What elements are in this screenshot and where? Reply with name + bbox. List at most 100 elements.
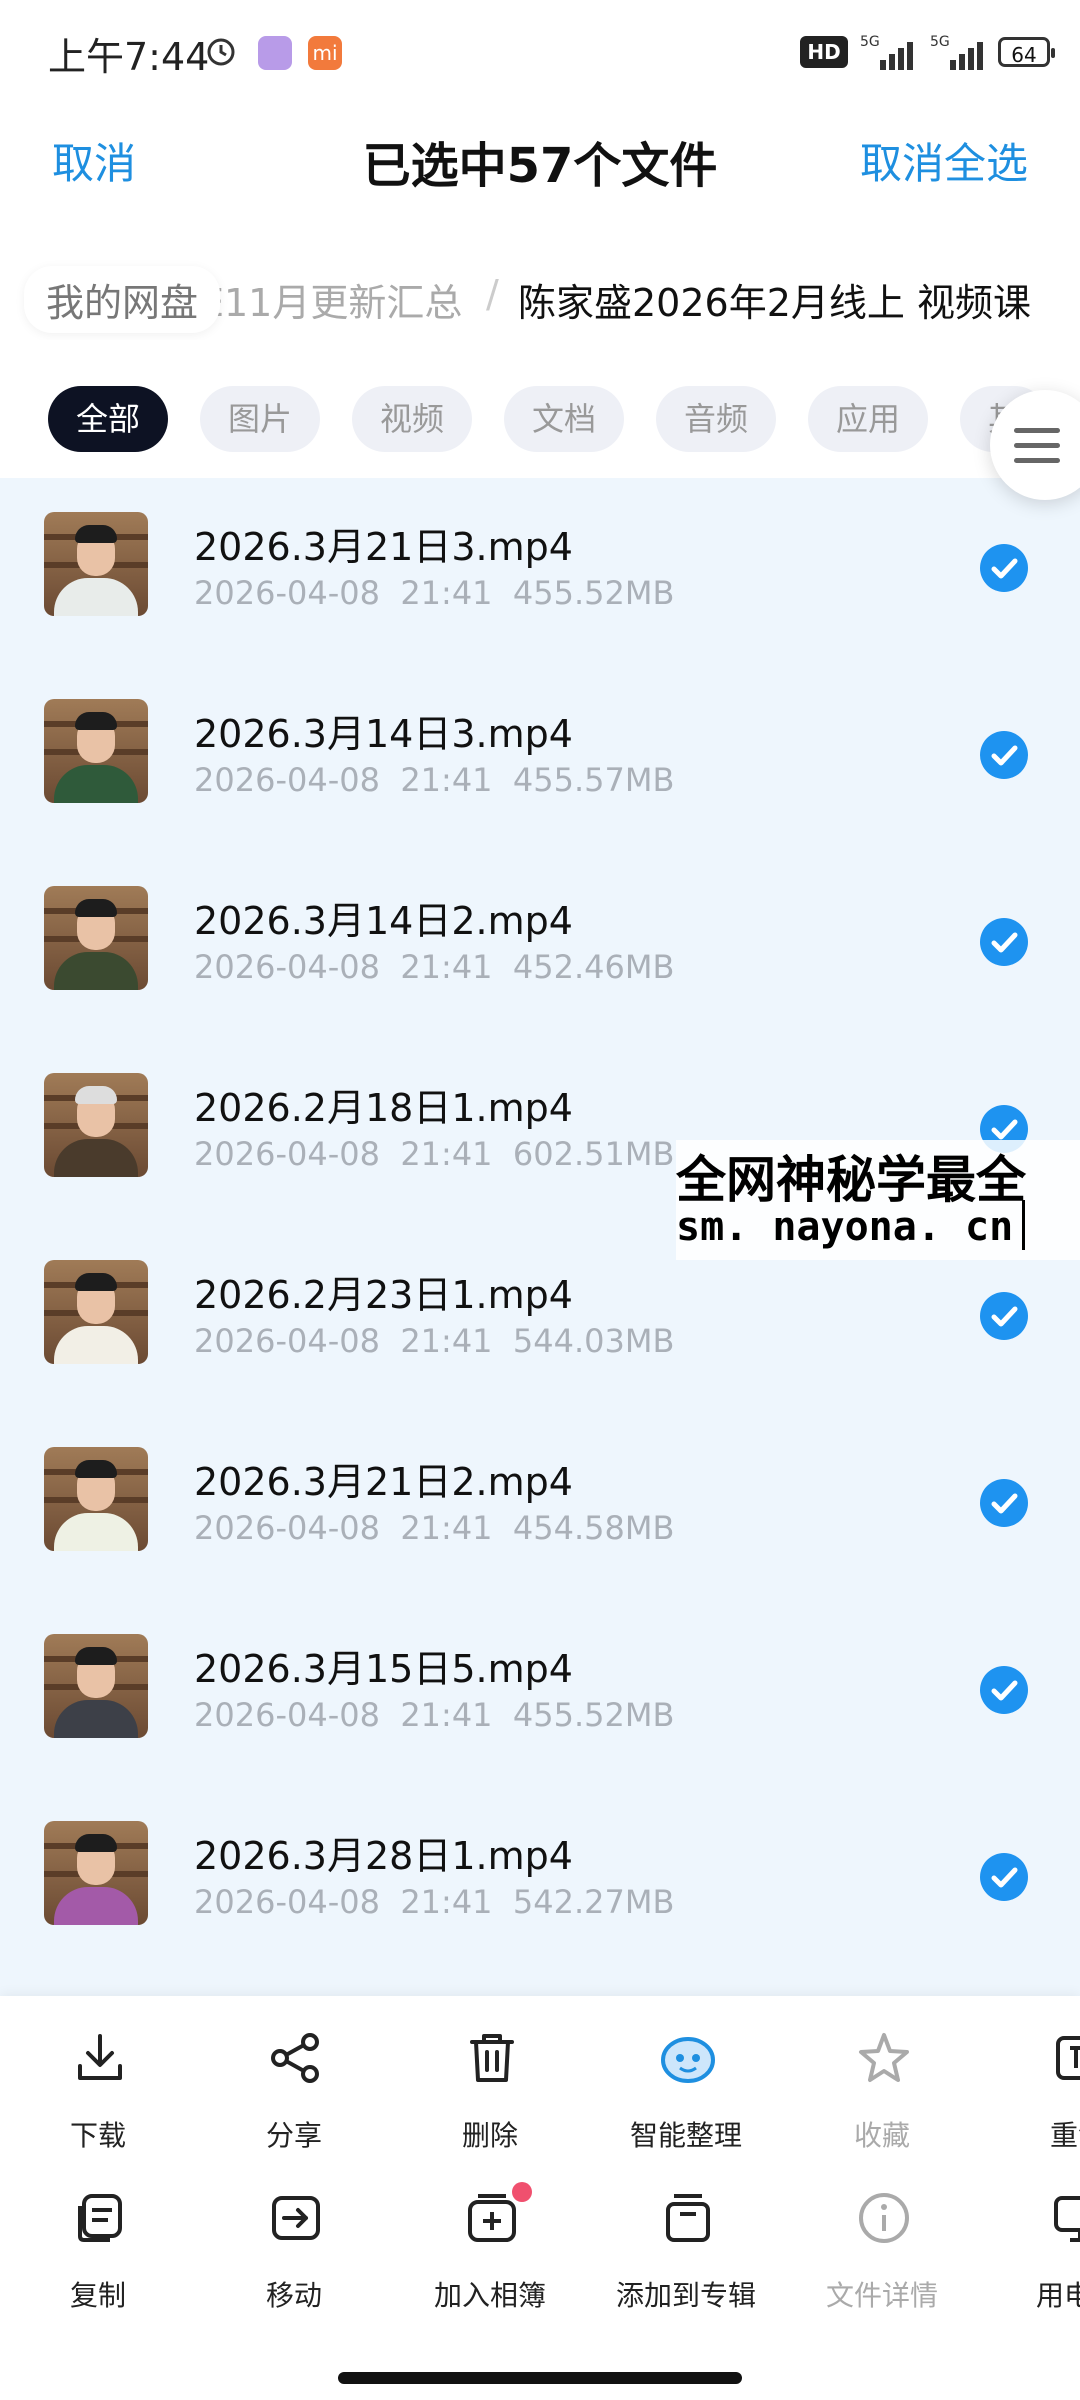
selected-check-icon[interactable]	[980, 1479, 1028, 1527]
copy-button[interactable]: 复制	[0, 2190, 196, 2330]
file-meta: 2026-04-08 21:41 602.51MB	[194, 1135, 675, 1173]
mi-app-icon: mi	[308, 36, 342, 70]
add-to-collection-label: 添加到专辑	[615, 2279, 756, 2312]
breadcrumb-separator: /	[486, 272, 499, 316]
filter-documents[interactable]: 文档	[504, 386, 625, 452]
copy-label: 复制	[69, 2279, 126, 2312]
video-thumbnail	[44, 1073, 148, 1177]
file-name: 2026.3月21日3.mp4	[194, 525, 573, 569]
file-row[interactable]: 2026.3月14日2.mp4 2026-04-08 21:41 452.46M…	[0, 852, 1080, 1039]
file-meta: 2026-04-08 21:41 542.27MB	[194, 1883, 675, 1921]
smart-organize-button[interactable]: 智能整理	[588, 2030, 784, 2170]
signal-icon: 5G	[860, 34, 913, 70]
file-meta: 2026-04-08 21:41 452.46MB	[194, 948, 675, 986]
video-thumbnail	[44, 512, 148, 616]
file-meta: 2026-04-08 21:41 455.52MB	[194, 1696, 675, 1734]
video-thumbnail	[44, 1260, 148, 1364]
file-name: 2026.3月28日1.mp4	[194, 1834, 573, 1878]
file-name: 2026.3月14日3.mp4	[194, 712, 573, 756]
selected-check-icon[interactable]	[980, 918, 1028, 966]
breadcrumb-root[interactable]: 我的网盘	[24, 266, 221, 333]
favorite-label: 收藏	[853, 2119, 910, 2152]
signal-icon-2: 5G	[930, 34, 983, 70]
file-row[interactable]: 2026.3月21日3.mp4 2026-04-08 21:41 455.52M…	[0, 478, 1080, 665]
filter-all[interactable]: 全部	[48, 386, 169, 452]
app-notification-icon	[258, 36, 292, 70]
download-label: 下载	[69, 2119, 126, 2152]
selected-check-icon[interactable]	[980, 544, 1028, 592]
file-name: 2026.3月15日5.mp4	[194, 1647, 573, 1691]
add-to-collection-button[interactable]: 添加到专辑	[588, 2190, 784, 2330]
video-thumbnail	[44, 1821, 148, 1925]
move-button[interactable]: 移动	[196, 2190, 392, 2330]
deselect-all-button[interactable]: 取消全选	[860, 130, 1028, 191]
file-name: 2026.2月18日1.mp4	[194, 1086, 573, 1130]
file-details-button[interactable]: 文件详情	[784, 2190, 980, 2330]
alarm-icon	[207, 38, 235, 66]
file-meta: 2026-04-08 21:41 454.58MB	[194, 1509, 675, 1547]
rename-button[interactable]: 重命	[980, 2030, 1080, 2170]
status-indicators: HD 5G 5G 64	[800, 30, 1055, 74]
home-indicator[interactable]	[338, 2372, 742, 2384]
status-bar: 上午7:44 mi HD 5G 5G 64	[0, 0, 1080, 100]
video-thumbnail	[44, 699, 148, 803]
file-name: 2026.3月14日2.mp4	[194, 899, 573, 943]
open-on-computer-button[interactable]: 用电脑	[980, 2190, 1080, 2330]
rename-icon	[1056, 2036, 1080, 2080]
network-label: 5G	[860, 34, 880, 50]
network-label-2: 5G	[930, 34, 950, 50]
selected-check-icon[interactable]	[980, 1292, 1028, 1340]
menu-icon-bar	[1014, 458, 1060, 463]
delete-label: 删除	[461, 2119, 518, 2152]
move-label: 移动	[265, 2279, 322, 2312]
filter-audio[interactable]: 音频	[656, 386, 777, 452]
notification-dot	[512, 2182, 532, 2202]
text-cursor	[1022, 1200, 1025, 1250]
delete-button[interactable]: 删除	[392, 2030, 588, 2170]
trash-icon	[470, 2034, 514, 2082]
file-row[interactable]: 2026.3月28日1.mp4 2026-04-08 21:41 542.27M…	[0, 1787, 1080, 1974]
video-thumbnail	[44, 1634, 148, 1738]
file-meta: 2026-04-08 21:41 455.52MB	[194, 574, 675, 612]
star-icon	[859, 2033, 909, 2082]
menu-icon	[1014, 428, 1060, 433]
breadcrumb-current: 陈家盛2026年2月线上 视频课	[518, 281, 1031, 325]
filter-images[interactable]: 图片	[200, 386, 321, 452]
video-thumbnail	[44, 886, 148, 990]
file-row[interactable]: 2026.3月15日5.mp4 2026-04-08 21:41 455.52M…	[0, 1600, 1080, 1787]
rename-label: 重命	[1049, 2119, 1080, 2152]
add-to-album-label: 加入相簿	[433, 2279, 546, 2312]
selected-check-icon[interactable]	[980, 1853, 1028, 1901]
breadcrumb-parent[interactable]: E11月更新汇总	[200, 272, 462, 327]
file-details-label: 文件详情	[825, 2279, 938, 2312]
file-meta: 2026-04-08 21:41 544.03MB	[194, 1322, 675, 1360]
favorite-button[interactable]: 收藏	[784, 2030, 980, 2170]
computer-icon	[1054, 2196, 1080, 2242]
share-label: 分享	[265, 2119, 322, 2152]
filter-videos[interactable]: 视频	[352, 386, 473, 452]
collection-icon	[666, 2194, 710, 2242]
share-button[interactable]: 分享	[196, 2030, 392, 2170]
file-name: 2026.2月23日1.mp4	[194, 1273, 573, 1317]
selected-check-icon[interactable]	[980, 731, 1028, 779]
info-icon	[859, 2193, 909, 2243]
open-on-computer-label: 用电脑	[1035, 2279, 1080, 2312]
watermark-overlay: 全网神秘学最全 sm. nayona. cn	[676, 1140, 1080, 1260]
watermark-line1: 全网神秘学最全	[676, 1151, 1026, 1209]
file-row[interactable]: 2026.3月14日3.mp4 2026-04-08 21:41 455.57M…	[0, 665, 1080, 852]
download-button[interactable]: 下载	[0, 2030, 196, 2170]
video-thumbnail	[44, 1447, 148, 1551]
filter-tabs: 全部 图片 视频 文档 音频 应用 其	[0, 360, 1080, 480]
hd-badge: HD	[800, 36, 848, 68]
smart-organize-icon	[661, 2037, 715, 2083]
battery-icon: 64	[998, 37, 1055, 67]
smart-organize-label: 智能整理	[629, 2119, 742, 2152]
file-name: 2026.3月21日2.mp4	[194, 1460, 573, 1504]
album-add-icon	[468, 2194, 516, 2242]
selected-check-icon[interactable]	[980, 1666, 1028, 1714]
cancel-button[interactable]: 取消	[52, 130, 136, 191]
add-to-album-button[interactable]: 加入相簿	[392, 2182, 588, 2330]
file-row[interactable]: 2026.3月21日2.mp4 2026-04-08 21:41 454.58M…	[0, 1413, 1080, 1600]
watermark-line2: sm. nayona. cn	[676, 1204, 1014, 1250]
filter-apps[interactable]: 应用	[808, 386, 929, 452]
